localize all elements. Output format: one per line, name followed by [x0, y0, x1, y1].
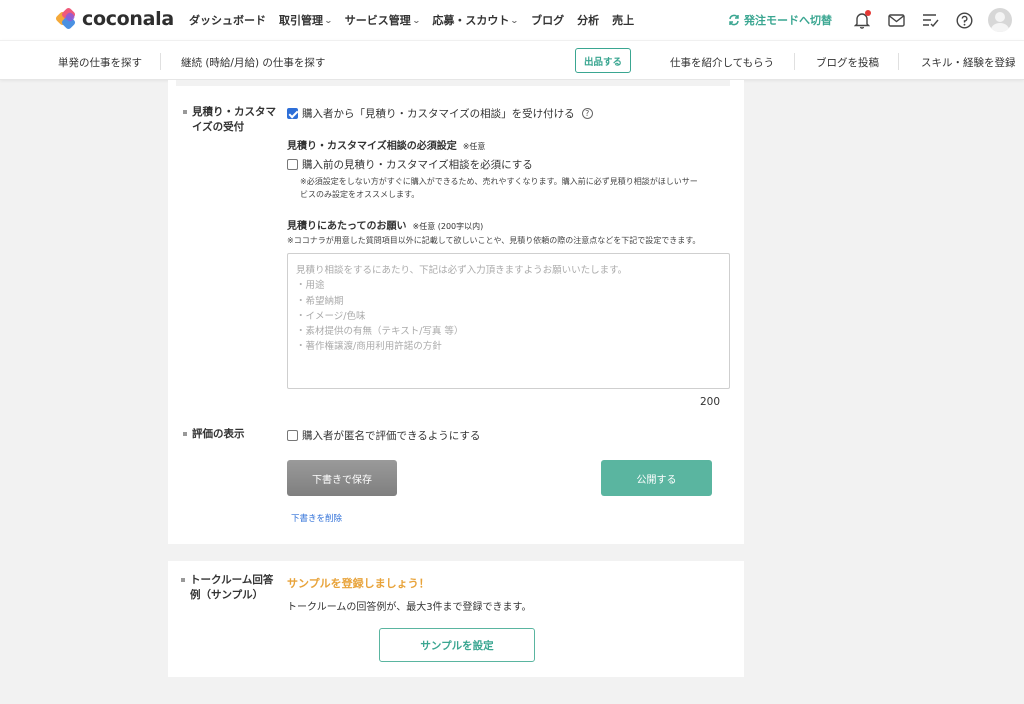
mode-switch-button[interactable]: 発注モードへ切替	[728, 12, 832, 28]
find-continuous-jobs-link[interactable]: 継続 (時給/月給) の仕事を探す	[181, 55, 325, 70]
review-section-label: 評価の表示	[183, 427, 245, 442]
post-blog-link[interactable]: ブログを投稿	[816, 55, 879, 70]
nav-label: ダッシュボード	[189, 14, 266, 27]
title-text: 見積り・カスタマイズ相談の必須設定	[287, 141, 457, 152]
nav-label: ブログ	[531, 14, 565, 27]
label-line: トークルーム回答	[190, 574, 274, 586]
bullet-square-icon	[183, 432, 187, 436]
notification-dot	[865, 10, 871, 16]
mail-icon[interactable]	[886, 10, 906, 30]
nav-transactions[interactable]: 取引管理 ⌄	[279, 12, 333, 28]
chevron-down-icon: ⌄	[323, 15, 333, 25]
header-actions: 発注モードへ切替	[728, 0, 1012, 40]
chevron-down-icon: ⌄	[510, 15, 520, 25]
nav-applications[interactable]: 応募・スカウト ⌄	[432, 12, 520, 28]
bullet-square-icon	[183, 110, 187, 114]
nav-label: 分析	[577, 14, 600, 27]
nav-label: 応募・スカウト	[432, 14, 510, 27]
checkbox-label: 購入前の見積り・カスタマイズ相談を必須にする	[302, 159, 533, 171]
nav-analytics[interactable]: 分析	[577, 12, 599, 28]
anonymous-review-checkbox[interactable]: 購入者が匿名で評価できるようにする	[287, 428, 480, 443]
estimate-section-label: 見積り・カスタマ イズの受付	[183, 105, 276, 135]
divider	[160, 53, 161, 70]
chevron-down-icon: ⌄	[411, 15, 421, 25]
main-nav: ダッシュボード 取引管理 ⌄ サービス管理 ⌄ 応募・スカウト ⌄ ブログ 分析 売上	[189, 0, 634, 40]
note-line: ※必須設定をしない方がすぐに購入ができるため、売れやすくなります。購入前に必ず見…	[300, 177, 698, 186]
required-note: ※必須設定をしない方がすぐに購入ができるため、売れやすくなります。購入前に必ず見…	[300, 175, 730, 201]
required-setting-title: 見積り・カスタマイズ相談の必須設定 ※任意	[287, 137, 485, 152]
help-icon[interactable]	[954, 10, 974, 30]
nav-services[interactable]: サービス管理 ⌄	[344, 12, 421, 28]
bell-icon[interactable]	[852, 10, 872, 30]
divider	[794, 53, 795, 70]
title-text: 見積りにあたってのお願い	[287, 221, 407, 232]
sample-prompt: サンプルを登録しましょう！	[287, 577, 430, 590]
accept-estimate-checkbox[interactable]: 購入者から「見積り・カスタマイズの相談」を受け付ける ?	[287, 106, 593, 121]
help-question-icon[interactable]: ?	[581, 108, 593, 119]
request-title: 見積りにあたってのお願い ※任意 (200字以内)	[287, 217, 483, 232]
nav-sales[interactable]: 売上	[612, 12, 634, 28]
avatar[interactable]	[988, 8, 1012, 32]
label-line: イズの受付	[192, 121, 245, 133]
publish-button[interactable]: 公開する	[601, 460, 712, 496]
require-estimate-checkbox[interactable]: 購入前の見積り・カスタマイズ相談を必須にする	[287, 157, 533, 172]
checkbox-checked[interactable]	[287, 108, 298, 119]
set-sample-button[interactable]: サンプルを設定	[379, 628, 535, 662]
placeholder-line: ・用途	[296, 280, 325, 292]
delete-draft-link[interactable]: 下書きを削除	[291, 512, 342, 524]
register-skills-link[interactable]: スキル・経験を登録	[921, 55, 1016, 70]
checkbox-label: 購入者から「見積り・カスタマイズの相談」を受け付ける	[302, 108, 575, 120]
nav-blog[interactable]: ブログ	[531, 12, 564, 28]
switch-arrows-icon	[729, 14, 739, 26]
sample-description: トークルームの回答例が、最大3件まで登録できます。	[287, 602, 532, 613]
placeholder-line: 見積り相談をするにあたり、下記は必ず入力頂きますようお願いいたします。	[296, 265, 628, 276]
panel-top-edge	[176, 80, 730, 86]
logo-text: coconala	[82, 8, 174, 30]
nav-dashboard[interactable]: ダッシュボード	[189, 12, 266, 28]
sub-navigation: 単発の仕事を探す 継続 (時給/月給) の仕事を探す 仕事を紹介してもらう ブロ…	[0, 40, 1024, 80]
label-line: 例（サンプル）	[190, 589, 264, 601]
divider	[898, 53, 899, 70]
label-line: 評価の表示	[192, 428, 245, 440]
placeholder-line: ・イメージ/色味	[296, 310, 366, 322]
checkbox-unchecked[interactable]	[287, 430, 298, 441]
request-note: ※ココナラが用意した質問項目以外に記載して欲しいことや、見積り依頼の際の注意点な…	[287, 236, 701, 245]
mode-switch-label: 発注モードへ切替	[744, 14, 832, 27]
placeholder-line: ・希望納期	[296, 295, 344, 307]
label-line: 見積り・カスタマ	[192, 106, 276, 118]
find-single-jobs-link[interactable]: 単発の仕事を探す	[58, 55, 142, 70]
logo-mark-icon	[54, 6, 77, 31]
top-header: coconala ダッシュボード 取引管理 ⌄ サービス管理 ⌄ 応募・スカウト ⌄ …	[0, 0, 1024, 40]
nav-label: 取引管理	[279, 14, 323, 27]
char-counter: 200	[700, 396, 721, 408]
job-referral-link[interactable]: 仕事を紹介してもらう	[670, 55, 774, 70]
coconala-logo[interactable]: coconala	[54, 6, 174, 31]
checkbox-label: 購入者が匿名で評価できるようにする	[302, 430, 481, 442]
estimate-request-textarea[interactable]: 見積り相談をするにあたり、下記は必ず入力頂きますようお願いいたします。 ・用途 …	[287, 253, 730, 389]
save-draft-button[interactable]: 下書きで保存	[287, 460, 397, 496]
todo-list-icon[interactable]	[920, 10, 940, 30]
nav-label: 売上	[612, 14, 635, 27]
note-line: ビスのみ設定をオススメします。	[300, 190, 420, 199]
list-service-button[interactable]: 出品する	[575, 48, 631, 73]
bullet-square-icon	[181, 578, 185, 582]
checkbox-unchecked[interactable]	[287, 159, 298, 170]
optional-tag: ※任意 (200字以内)	[412, 222, 484, 231]
optional-tag: ※任意	[462, 142, 486, 151]
talkroom-section-label: トークルーム回答 例（サンプル）	[181, 573, 274, 603]
placeholder-line: ・素材提供の有無（テキスト/写真 等）	[296, 326, 464, 338]
placeholder-line: ・著作権譲渡/商用利用許諾の方針	[296, 341, 442, 353]
nav-label: サービス管理	[344, 14, 411, 27]
